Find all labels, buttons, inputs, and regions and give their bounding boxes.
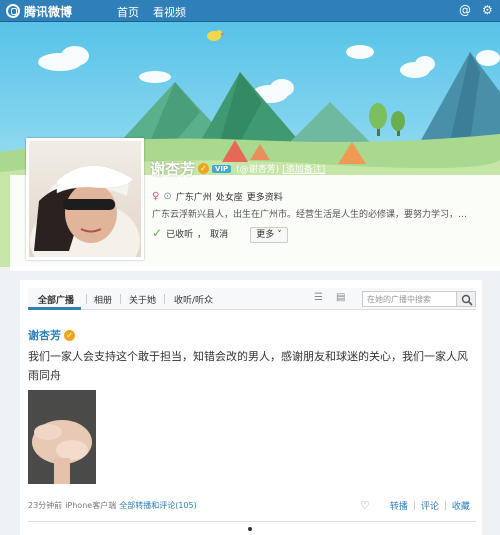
follow-status-label: 已收听 bbox=[166, 229, 194, 240]
avatar[interactable] bbox=[26, 138, 144, 260]
at-icon[interactable]: @ bbox=[459, 3, 471, 17]
grid-view-icon[interactable]: ▤ bbox=[336, 292, 345, 303]
profile-name-row: 谢杏芳 ✓ VIP (@谢杏芳) [添加备注] bbox=[150, 158, 325, 179]
repost-button[interactable]: 转播 bbox=[390, 499, 408, 512]
bird-icon bbox=[207, 30, 225, 41]
tab-divider bbox=[120, 294, 121, 304]
nav-home[interactable]: 首页 bbox=[117, 4, 139, 20]
all-reposts-link[interactable]: 全部转播和评论(105) bbox=[119, 500, 197, 511]
nav-video[interactable]: 看视频 bbox=[153, 4, 186, 20]
list-view-icon[interactable]: ☰ bbox=[314, 292, 323, 303]
unfollow-link[interactable]: 取消 bbox=[210, 227, 228, 240]
search-input[interactable]: 在她的广播中搜索 bbox=[362, 291, 457, 307]
zodiac: 处女座 bbox=[215, 193, 243, 203]
gear-icon[interactable]: ⚙ bbox=[482, 3, 493, 17]
bio: 广东云浮新兴县人，出生在广州市。经营生活是人生的必修课，要努力学习，… bbox=[152, 210, 468, 220]
tencent-logo-icon bbox=[6, 4, 20, 18]
logo[interactable]: 腾讯微博 bbox=[6, 3, 72, 19]
follow-status: ✓ 已收听 ， 取消 bbox=[152, 226, 228, 240]
action-divider bbox=[413, 501, 415, 510]
tab-about[interactable]: 关于她 bbox=[129, 293, 156, 306]
post-meta: 23分钟前 iPhone客户端 全部转播和评论(105) bbox=[28, 500, 197, 511]
post-time[interactable]: 23分钟前 bbox=[28, 500, 62, 511]
vip-badge: VIP bbox=[212, 164, 232, 173]
active-tab-indicator bbox=[28, 307, 81, 310]
location: 广东广州 bbox=[175, 193, 212, 203]
more-info-link[interactable]: 更多资料 bbox=[247, 190, 283, 203]
tab-all-broadcasts[interactable]: 全部广播 bbox=[38, 293, 74, 306]
favorite-button[interactable]: 收藏 bbox=[452, 499, 470, 512]
more-dropdown-button[interactable]: 更多 ˅ bbox=[250, 227, 288, 243]
user-name: 谢杏芳 bbox=[150, 160, 196, 178]
search-button[interactable] bbox=[456, 291, 476, 307]
tab-divider bbox=[164, 294, 165, 304]
add-remark-link[interactable]: [添加备注] bbox=[282, 162, 325, 175]
tab-album[interactable]: 相册 bbox=[94, 293, 112, 306]
divider bbox=[28, 521, 476, 522]
top-nav-bar: 腾讯微博 首页 看视频 @ ⚙ bbox=[0, 0, 500, 22]
action-divider bbox=[444, 501, 446, 510]
post-text: 我们一家人会支持这个敢于担当，知错会改的男人，感谢朋友和球迷的关心，我们一家人风… bbox=[28, 350, 468, 382]
verified-icon: ✓ bbox=[198, 163, 210, 174]
profile-meta: ♀ ⊙ 广东广州 处女座 更多资料 bbox=[152, 190, 283, 203]
verified-icon: ✓ bbox=[64, 329, 75, 341]
comment-button[interactable]: 评论 bbox=[421, 499, 439, 512]
tab-divider bbox=[86, 294, 87, 304]
post-author-row: 谢杏芳 ✓ bbox=[28, 327, 75, 343]
search-icon bbox=[461, 294, 473, 306]
post-author-name[interactable]: 谢杏芳 bbox=[28, 327, 61, 343]
more-button-label: 更多 bbox=[256, 230, 275, 240]
post-source[interactable]: iPhone客户端 bbox=[65, 500, 116, 511]
location-icon: ⊙ bbox=[163, 191, 172, 202]
user-handle: (@谢杏芳) bbox=[236, 165, 280, 175]
cancel-separator: ， bbox=[197, 229, 207, 240]
check-icon: ✓ bbox=[152, 226, 163, 240]
post-image[interactable] bbox=[28, 390, 96, 484]
chevron-down-icon: ˅ bbox=[277, 230, 282, 240]
brand-name: 腾讯微博 bbox=[24, 4, 73, 19]
avatar-photo bbox=[29, 141, 141, 257]
female-icon: ♀ bbox=[152, 191, 160, 202]
page-indicator-dot bbox=[248, 527, 252, 531]
tab-followers[interactable]: 收听/听众 bbox=[174, 293, 213, 306]
post-actions: ♡ 转播 评论 收藏 bbox=[360, 499, 470, 512]
heart-icon[interactable]: ♡ bbox=[360, 499, 370, 512]
